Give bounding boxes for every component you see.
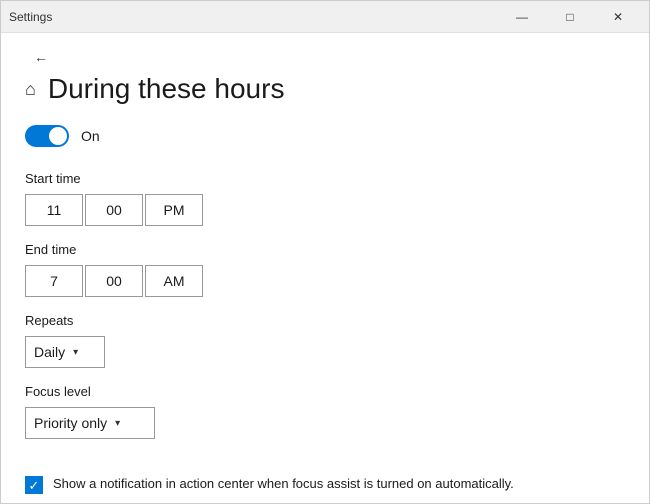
repeats-section: Repeats Daily ▾	[25, 313, 625, 368]
end-time-label: End time	[25, 242, 625, 257]
toggle-label: On	[81, 128, 100, 144]
focus-level-label: Focus level	[25, 384, 625, 399]
focus-level-chevron-icon: ▾	[115, 418, 120, 429]
repeats-value: Daily	[34, 344, 65, 360]
start-hour-box[interactable]: 11	[25, 194, 83, 226]
end-time-section: End time 7 00 AM	[25, 242, 625, 297]
page-title: During these hours	[48, 73, 285, 105]
title-bar-controls: — □ ✕	[499, 1, 641, 33]
window-title: Settings	[9, 10, 52, 24]
end-minute-box[interactable]: 00	[85, 265, 143, 297]
back-arrow-icon: ←	[34, 49, 48, 65]
end-period-box[interactable]: AM	[145, 265, 203, 297]
start-minute-box[interactable]: 00	[85, 194, 143, 226]
on-off-toggle[interactable]	[25, 125, 69, 147]
page-header: ⌂ During these hours	[25, 73, 625, 105]
repeats-dropdown[interactable]: Daily ▾	[25, 336, 105, 368]
minimize-button[interactable]: —	[499, 1, 545, 33]
back-button[interactable]: ←	[25, 49, 57, 65]
home-icon: ⌂	[25, 79, 36, 100]
notification-text: Show a notification in action center whe…	[53, 475, 514, 493]
repeats-chevron-icon: ▾	[73, 347, 78, 358]
page-content: ← ⌂ During these hours On Start time 11 …	[1, 33, 649, 503]
start-time-label: Start time	[25, 171, 625, 186]
toggle-row: On	[25, 125, 625, 147]
focus-level-section: Focus level Priority only ▾	[25, 384, 625, 439]
title-bar-left: Settings	[9, 10, 52, 24]
checkmark-icon: ✓	[29, 479, 40, 492]
settings-window: Settings — □ ✕ ← ⌂ During these hours On…	[0, 0, 650, 504]
start-time-section: Start time 11 00 PM	[25, 171, 625, 226]
end-time-row: 7 00 AM	[25, 265, 625, 297]
focus-level-value: Priority only	[34, 415, 107, 431]
focus-level-dropdown[interactable]: Priority only ▾	[25, 407, 155, 439]
notification-row: ✓ Show a notification in action center w…	[25, 475, 625, 494]
toggle-knob	[49, 127, 67, 145]
end-hour-box[interactable]: 7	[25, 265, 83, 297]
start-time-row: 11 00 PM	[25, 194, 625, 226]
start-period-box[interactable]: PM	[145, 194, 203, 226]
maximize-button[interactable]: □	[547, 1, 593, 33]
notification-checkbox[interactable]: ✓	[25, 476, 43, 494]
title-bar: Settings — □ ✕	[1, 1, 649, 33]
close-button[interactable]: ✕	[595, 1, 641, 33]
repeats-label: Repeats	[25, 313, 625, 328]
